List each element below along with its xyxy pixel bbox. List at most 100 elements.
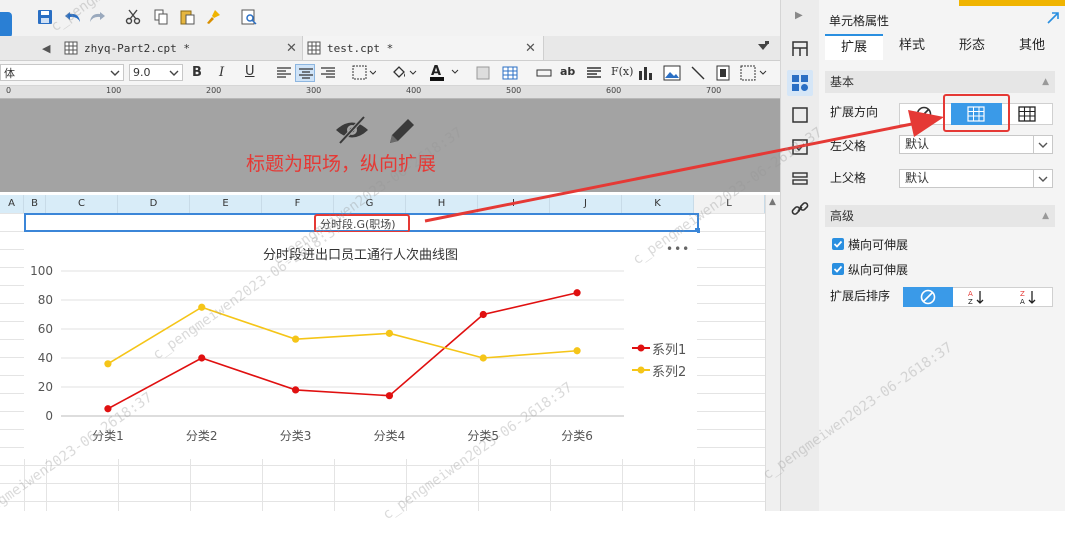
chart-more-icon[interactable]: ••• (666, 242, 690, 256)
cut-icon[interactable] (122, 6, 144, 28)
legend-item-series1[interactable]: 系列1 (632, 342, 686, 358)
upper-parent-select[interactable]: 默认 (899, 169, 1053, 188)
cell-style-icon[interactable] (476, 66, 490, 83)
align-center-icon[interactable] (295, 64, 315, 82)
sort-descending-icon[interactable]: ZA (1020, 289, 1040, 308)
font-size-select[interactable]: 9.0 (129, 64, 183, 81)
border-icon[interactable] (352, 65, 377, 84)
chevron-down-icon (110, 70, 120, 76)
column-header-i[interactable]: I (478, 195, 550, 213)
column-header-b[interactable]: B (24, 195, 46, 213)
bar-chart-icon[interactable] (638, 65, 654, 84)
text-icon[interactable]: ab (560, 65, 575, 78)
no-expand-icon[interactable] (916, 106, 932, 125)
svg-text:Z: Z (1020, 290, 1025, 298)
sub-report-icon[interactable] (715, 65, 731, 84)
data-point[interactable] (198, 354, 206, 362)
underline-icon[interactable]: U (245, 64, 255, 79)
slash-icon[interactable] (690, 65, 706, 84)
font-name-select[interactable]: 体 (0, 64, 124, 81)
tab-style[interactable]: 样式 (883, 34, 941, 58)
column-header-e[interactable]: E (190, 195, 262, 213)
redo-icon[interactable] (86, 6, 108, 28)
column-header-g[interactable]: G (334, 195, 406, 213)
line-chart[interactable]: 0 20 40 60 80 100 分类1 分类2 分类3 分类4 分类5 分类6 分时段进出口员工通… (24, 232, 697, 459)
horizontal-stretch-checkbox[interactable] (832, 238, 844, 250)
legend-item-series2[interactable]: 系列2 (632, 364, 686, 380)
left-parent-select[interactable]: 默认 (899, 135, 1053, 154)
column-header-d[interactable]: D (118, 195, 190, 213)
scroll-up-icon[interactable]: ▲ (769, 197, 776, 207)
column-header-j[interactable]: J (550, 195, 622, 213)
tab-test[interactable]: test.cpt * ✕ (302, 36, 544, 60)
condition-icon[interactable] (791, 138, 809, 159)
ruler-tick: 700 (706, 86, 722, 95)
insert-table-icon[interactable] (502, 66, 518, 83)
tab-menu-icon[interactable] (756, 40, 770, 57)
data-point[interactable] (479, 310, 487, 319)
vertical-scrollbar[interactable]: ▲ (765, 195, 781, 511)
close-icon[interactable]: ✕ (286, 41, 297, 56)
formula-icon[interactable]: F(x) (611, 65, 633, 78)
expand-panel-icon[interactable] (1047, 12, 1059, 27)
stack-icon[interactable] (791, 170, 809, 191)
paste-icon[interactable] (176, 6, 198, 28)
format-brush-icon[interactable] (202, 6, 224, 28)
tab-scroll-left-icon[interactable]: ◀ (42, 42, 50, 55)
collapse-right-icon[interactable]: ▶ (795, 10, 803, 21)
copy-icon[interactable] (150, 6, 172, 28)
tab-form[interactable]: 形态 (941, 34, 1003, 58)
cell-attr-icon[interactable] (787, 70, 813, 96)
ruler-tick: 600 (606, 86, 622, 95)
column-header-a[interactable]: A (0, 195, 24, 213)
align-left-icon[interactable] (276, 66, 292, 83)
column-header-c[interactable]: C (46, 195, 118, 213)
hidden-eye-icon[interactable] (334, 115, 370, 148)
column-header-h[interactable]: H (406, 195, 478, 213)
insert-cell-icon[interactable] (536, 67, 552, 82)
data-point[interactable] (291, 386, 300, 394)
edit-pencil-icon[interactable] (386, 115, 418, 150)
horizontal-expand-icon[interactable] (1018, 106, 1036, 125)
layout-icon[interactable] (791, 40, 809, 61)
section-advanced[interactable]: 高级 ▲ (825, 205, 1055, 227)
fill-color-icon[interactable] (390, 64, 418, 85)
data-point[interactable] (385, 392, 394, 400)
image-icon[interactable] (663, 65, 681, 84)
richtext-icon[interactable] (586, 66, 602, 83)
data-point[interactable] (479, 354, 487, 362)
selected-merged-cell[interactable]: 分时段.G(职场) (24, 213, 700, 233)
data-point[interactable] (104, 360, 112, 368)
more-insert-icon[interactable] (740, 65, 770, 84)
sort-ascending-icon[interactable]: AZ (968, 289, 988, 308)
italic-icon[interactable]: I (219, 65, 224, 80)
vertical-stretch-checkbox[interactable] (832, 263, 844, 275)
collapse-icon[interactable]: ▲ (1042, 205, 1049, 227)
left-parent-label: 左父格 (830, 139, 867, 153)
left-parent-value: 默认 (905, 137, 930, 151)
hyperlink-icon[interactable] (791, 200, 809, 221)
save-icon[interactable] (34, 6, 56, 28)
tab-other[interactable]: 其他 (1003, 34, 1061, 58)
tab-expand[interactable]: 扩展 (825, 34, 883, 60)
data-point[interactable] (198, 303, 206, 311)
collapse-icon[interactable]: ▲ (1042, 71, 1049, 93)
tab-zhyq-part2[interactable]: zhyq-Part2.cpt * ✕ (64, 36, 302, 60)
column-header-l[interactable]: L (694, 195, 765, 213)
data-point[interactable] (573, 289, 581, 297)
data-point[interactable] (291, 335, 300, 343)
widget-icon[interactable] (791, 106, 809, 127)
data-point[interactable] (573, 347, 581, 355)
section-basic[interactable]: 基本 ▲ (825, 71, 1055, 93)
data-point[interactable] (385, 329, 394, 337)
align-right-icon[interactable] (320, 66, 336, 83)
font-color-icon[interactable]: A (430, 63, 460, 86)
undo-icon[interactable] (62, 6, 84, 28)
no-sort-icon[interactable] (903, 287, 953, 307)
column-header-k[interactable]: K (622, 195, 694, 213)
data-point[interactable] (104, 405, 112, 413)
bold-icon[interactable]: B (192, 65, 202, 80)
preview-icon[interactable] (238, 6, 260, 28)
close-icon[interactable]: ✕ (525, 41, 536, 56)
column-header-f[interactable]: F (262, 195, 334, 213)
